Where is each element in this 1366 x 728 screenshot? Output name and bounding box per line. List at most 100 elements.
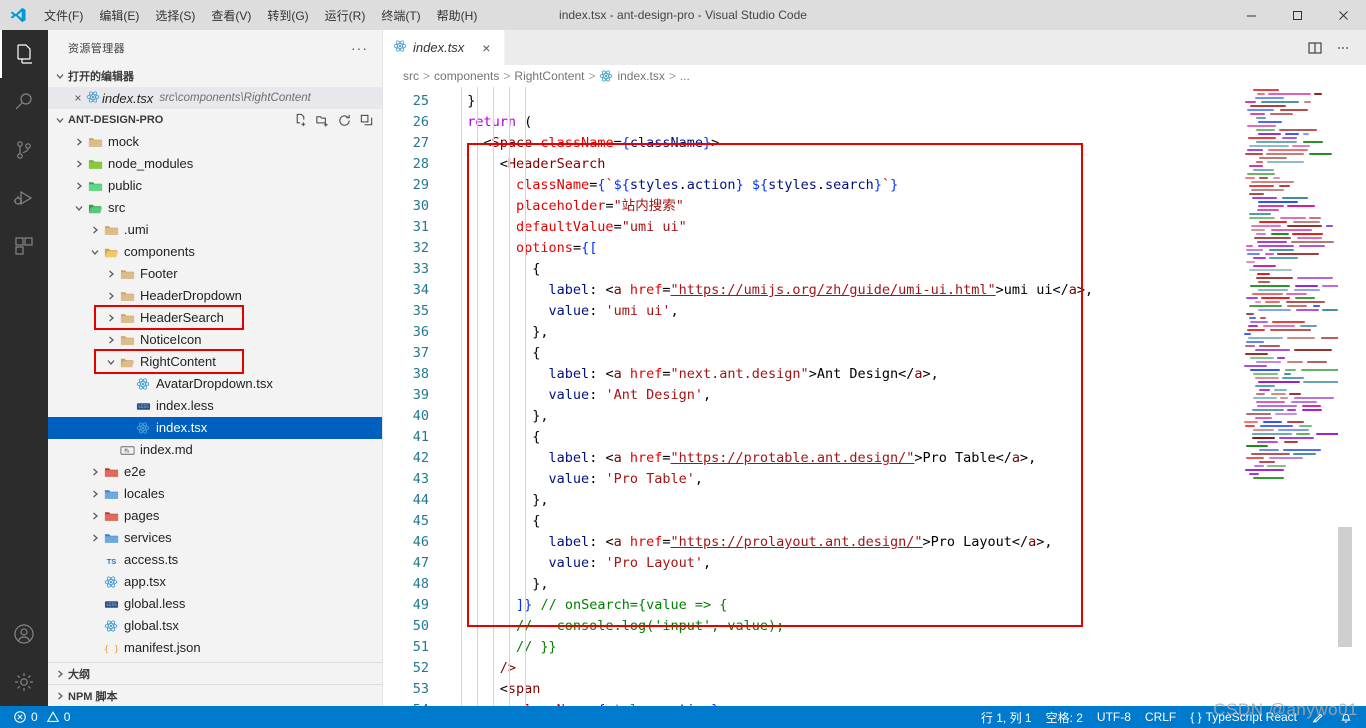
maximize-button[interactable] [1274,0,1320,30]
menu-go[interactable]: 转到(G) [259,0,316,30]
split-editor-icon[interactable] [1302,30,1328,65]
code-line[interactable]: <span [451,681,541,697]
chevron-right-icon[interactable] [88,510,102,522]
tree-item-components[interactable]: components [48,241,382,263]
code-line[interactable]: }, [451,408,548,424]
chevron-right-icon[interactable] [88,224,102,236]
new-file-icon[interactable] [290,110,310,130]
chevron-down-icon[interactable] [72,202,86,214]
chevron-right-icon[interactable] [104,334,118,346]
activity-explorer-icon[interactable] [0,30,48,78]
window-controls[interactable] [1228,0,1366,30]
breadcrumb-item-1[interactable]: components [434,69,499,83]
code-line[interactable]: // }} [451,639,557,655]
menu-view[interactable]: 查看(V) [203,0,259,30]
chevron-right-icon[interactable] [72,136,86,148]
chevron-right-icon[interactable] [88,488,102,500]
code-line[interactable]: // console.log('input', value); [451,618,784,634]
breadcrumb-item-0[interactable]: src [403,69,419,83]
code-line[interactable]: { [451,345,540,361]
code-line[interactable]: className={`${styles.action} ${styles.se… [451,177,898,193]
menu-help[interactable]: 帮助(H) [429,0,486,30]
tree-item-rightcontent[interactable]: RightContent [48,351,382,373]
code-line[interactable]: placeholder="站内搜索" [451,198,684,214]
menu-selection[interactable]: 选择(S) [147,0,203,30]
tree-item-src[interactable]: src [48,197,382,219]
editor-actions[interactable] [1302,30,1366,65]
status-language-mode[interactable]: { } TypeScript React [1183,706,1304,728]
code-line[interactable]: }, [451,492,548,508]
chevron-down-icon[interactable] [88,246,102,258]
more-actions-icon[interactable] [1330,30,1356,65]
activity-search-icon[interactable] [0,78,48,126]
code-line[interactable]: return ( [451,114,532,130]
outline-section[interactable]: 大纲 [48,662,382,684]
tree-item-global-tsx[interactable]: global.tsx [48,615,382,637]
tree-item-umi[interactable]: .umi [48,219,382,241]
tree-item-services[interactable]: services [48,527,382,549]
activity-source-control-icon[interactable] [0,126,48,174]
status-notifications-bell-icon[interactable] [1332,706,1360,728]
close-icon[interactable]: × [70,91,86,105]
project-root-header[interactable]: ANT-DESIGN-PRO [48,109,382,131]
code-line[interactable]: /> [451,660,516,676]
status-encoding[interactable]: UTF-8 [1090,706,1138,728]
code-line[interactable]: { [451,513,540,529]
code-line[interactable]: <HeaderSearch [451,156,606,172]
chevron-down-icon[interactable] [104,356,118,368]
code-line[interactable]: <Space className={className}> [451,135,720,151]
code-editor[interactable]: 25 26 27 28 29 30 31 32 33 34 35 36 37 38 39 40 41 42 43 44… [383,87,1366,706]
breadcrumb[interactable]: src > components > RightContent > index.tsx >..… [383,65,1366,87]
code-line[interactable]: value: 'Ant Design', [451,387,712,403]
chevron-right-icon[interactable] [104,312,118,324]
tree-item-headersearch[interactable]: HeaderSearch [48,307,382,329]
tree-item-noticeicon[interactable]: NoticeIcon [48,329,382,351]
chevron-right-icon[interactable] [104,268,118,280]
chevron-right-icon[interactable] [88,532,102,544]
activity-account-icon[interactable] [0,610,48,658]
tree-item-headerdropdown[interactable]: HeaderDropdown [48,285,382,307]
code-line[interactable]: }, [451,324,548,340]
code-line[interactable]: label: <a href="https://prolayout.ant.de… [451,534,1053,550]
status-eol[interactable]: CRLF [1138,706,1183,728]
source-code[interactable]: } return ( <Space className={className}>… [441,91,1366,706]
activity-extensions-icon[interactable] [0,222,48,270]
tree-item-access-ts[interactable]: TS access.ts [48,549,382,571]
open-editors-header[interactable]: 打开的编辑器 [48,65,382,87]
tree-item-node-modules[interactable]: node_modules [48,153,382,175]
code-line[interactable]: }, [451,576,548,592]
sidebar-more-icon[interactable]: ··· [345,40,374,56]
code-line[interactable]: label: <a href="https://umijs.org/zh/gui… [451,282,1094,298]
tree-item-locales[interactable]: locales [48,483,382,505]
file-tree[interactable]: mock node_modules public src .umi components F… [48,131,382,662]
status-indentation[interactable]: 空格: 2 [1039,706,1090,728]
menu-run[interactable]: 运行(R) [317,0,374,30]
chevron-right-icon[interactable] [88,466,102,478]
tree-item-pages[interactable]: pages [48,505,382,527]
code-line[interactable]: { [451,261,540,277]
tab-close-icon[interactable]: × [478,40,494,56]
chevron-right-icon[interactable] [72,180,86,192]
code-line[interactable]: defaultValue="umi ui" [451,219,687,235]
status-cursor-position[interactable]: 行 1, 列 1 [974,706,1039,728]
status-prettier[interactable] [1304,706,1332,728]
code-line[interactable]: className={styles.action} [451,702,719,706]
tree-item-avatardropdown-tsx[interactable]: AvatarDropdown.tsx [48,373,382,395]
code-line[interactable]: label: <a href="next.ant.design">Ant Des… [451,366,939,382]
project-actions[interactable] [290,110,382,130]
tree-item-e2e[interactable]: e2e [48,461,382,483]
code-line[interactable]: options={[ [451,240,597,256]
breadcrumb-item-4[interactable]: ... [680,69,690,83]
menu-terminal[interactable]: 终端(T) [373,0,428,30]
tree-item-manifest-json[interactable]: { } manifest.json [48,637,382,659]
new-folder-icon[interactable] [312,110,332,130]
open-editor-item[interactable]: × index.tsx src\components\RightContent [48,87,382,109]
tree-item-index-tsx[interactable]: index.tsx [48,417,382,439]
code-line[interactable]: value: 'Pro Table', [451,471,703,487]
menu-file[interactable]: 文件(F) [36,0,91,30]
code-line[interactable]: value: 'umi ui', [451,303,679,319]
tree-item-app-tsx[interactable]: app.tsx [48,571,382,593]
activity-run-debug-icon[interactable] [0,174,48,222]
status-problems[interactable]: 0 0 [6,706,77,728]
code-line[interactable]: { [451,429,540,445]
